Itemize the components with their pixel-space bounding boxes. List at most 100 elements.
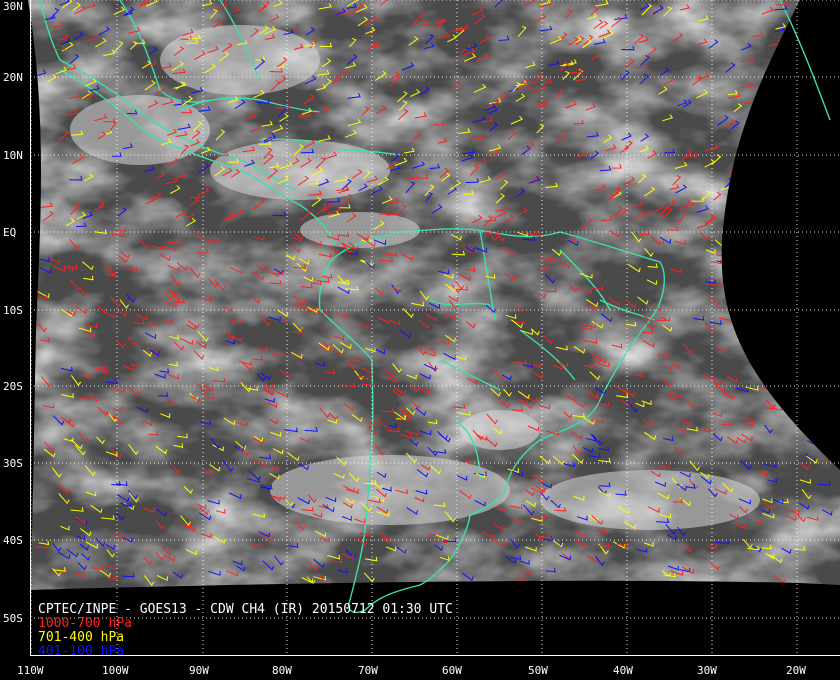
lat-label: 50S	[3, 612, 23, 625]
wind-barb	[787, 167, 800, 172]
lat-label: 30S	[3, 457, 23, 470]
wind-barb	[798, 244, 811, 251]
satellite-image	[28, 0, 840, 590]
wind-barb	[753, 358, 764, 370]
wind-barb	[770, 118, 784, 125]
wind-barb	[769, 137, 779, 147]
wind-barb	[763, 301, 775, 313]
wind-barb	[740, 161, 752, 168]
wind-barb	[808, 185, 817, 196]
wind-barb	[772, 189, 784, 200]
wind-barb	[784, 296, 796, 302]
wind-barb	[807, 148, 817, 156]
wind-barb	[813, 372, 825, 380]
lon-label: 110W	[17, 664, 44, 677]
lat-label: 40S	[3, 534, 23, 547]
wind-barb	[726, 265, 737, 274]
wind-barb	[738, 161, 750, 172]
wind-barb	[751, 200, 762, 207]
wind-barb	[807, 46, 819, 56]
wind-barb	[801, 130, 812, 137]
lat-label: EQ	[3, 226, 17, 239]
wind-barb	[794, 134, 805, 146]
lon-label: 100W	[102, 664, 129, 677]
wind-barb	[724, 240, 737, 246]
wind-barb	[816, 3, 827, 13]
wind-barb	[725, 206, 738, 216]
wind-barb	[782, 263, 792, 273]
wind-barb	[806, 144, 816, 155]
lon-label: 90W	[189, 664, 209, 677]
legend-low-level: 1000-700 hPa	[38, 616, 132, 631]
wind-barb	[816, 182, 828, 194]
wind-barb	[812, 240, 825, 248]
wind-barb	[807, 282, 819, 289]
wind-barb	[773, 115, 784, 127]
lat-label: 10N	[3, 149, 23, 162]
wind-barb	[791, 346, 805, 352]
wind-barb	[779, 283, 791, 289]
wind-barb	[744, 340, 756, 346]
wind-barb	[747, 280, 760, 290]
wind-barb	[779, 299, 790, 311]
wind-barb	[797, 199, 809, 207]
wind-barb	[777, 116, 788, 125]
wind-barb	[810, 233, 822, 241]
wind-barb	[811, 149, 823, 158]
wind-barb	[806, 394, 819, 406]
map-title: CPTEC/INPE - GOES13 - CDW CH4 (IR) 20150…	[38, 602, 453, 617]
wind-barb	[733, 315, 745, 326]
wind-barb	[787, 273, 801, 279]
wind-barb	[741, 251, 753, 259]
wind-barb	[751, 189, 764, 197]
lat-label: 20S	[3, 380, 23, 393]
wind-barb	[738, 287, 748, 293]
wind-barb	[752, 264, 766, 271]
wind-barb	[776, 47, 788, 57]
wind-barb	[808, 307, 819, 312]
wind-barb	[760, 123, 772, 130]
wind-barb	[792, 166, 805, 173]
lon-label: 50W	[528, 664, 548, 677]
wind-barb	[805, 220, 816, 230]
wind-barb	[803, 127, 813, 136]
wind-barb	[787, 40, 799, 51]
wind-barb	[732, 298, 746, 304]
wind-barb	[783, 367, 794, 378]
wind-barb	[796, 124, 807, 130]
wind-barb	[767, 120, 780, 125]
wind-barb	[819, 347, 830, 357]
wind-barb	[749, 325, 761, 336]
wind-barb	[793, 277, 803, 286]
wind-barb	[756, 104, 769, 112]
lon-label: 60W	[442, 664, 462, 677]
satellite-wind-map	[28, 0, 840, 656]
wind-barb	[788, 339, 801, 347]
lat-label: 30N	[3, 0, 23, 13]
wind-barb	[770, 136, 784, 142]
wind-barb	[799, 356, 813, 362]
wind-barb	[804, 414, 816, 425]
lon-label: 80W	[272, 664, 292, 677]
wind-barb	[768, 390, 781, 395]
wind-barb	[803, 317, 813, 326]
wind-barb	[816, 366, 829, 376]
wind-barb	[751, 316, 766, 321]
legend-mid-level: 701-400 hPa	[38, 630, 125, 645]
wind-barb	[784, 164, 797, 175]
wind-barb	[735, 314, 745, 323]
legend-high-level: 401-100 hPa	[38, 644, 125, 659]
wind-barb	[803, 399, 815, 408]
wind-barb	[776, 394, 785, 403]
wind-barb	[795, 372, 807, 379]
wind-barb	[794, 352, 805, 361]
wind-barb	[810, 33, 822, 39]
wind-barb	[803, 301, 813, 309]
wind-barb	[789, 122, 800, 129]
lat-label: 10S	[3, 304, 23, 317]
wind-barb	[767, 309, 778, 317]
wind-barb	[805, 367, 817, 379]
wind-barb	[768, 244, 780, 253]
wind-barb	[818, 331, 830, 339]
wind-barb	[755, 142, 768, 152]
